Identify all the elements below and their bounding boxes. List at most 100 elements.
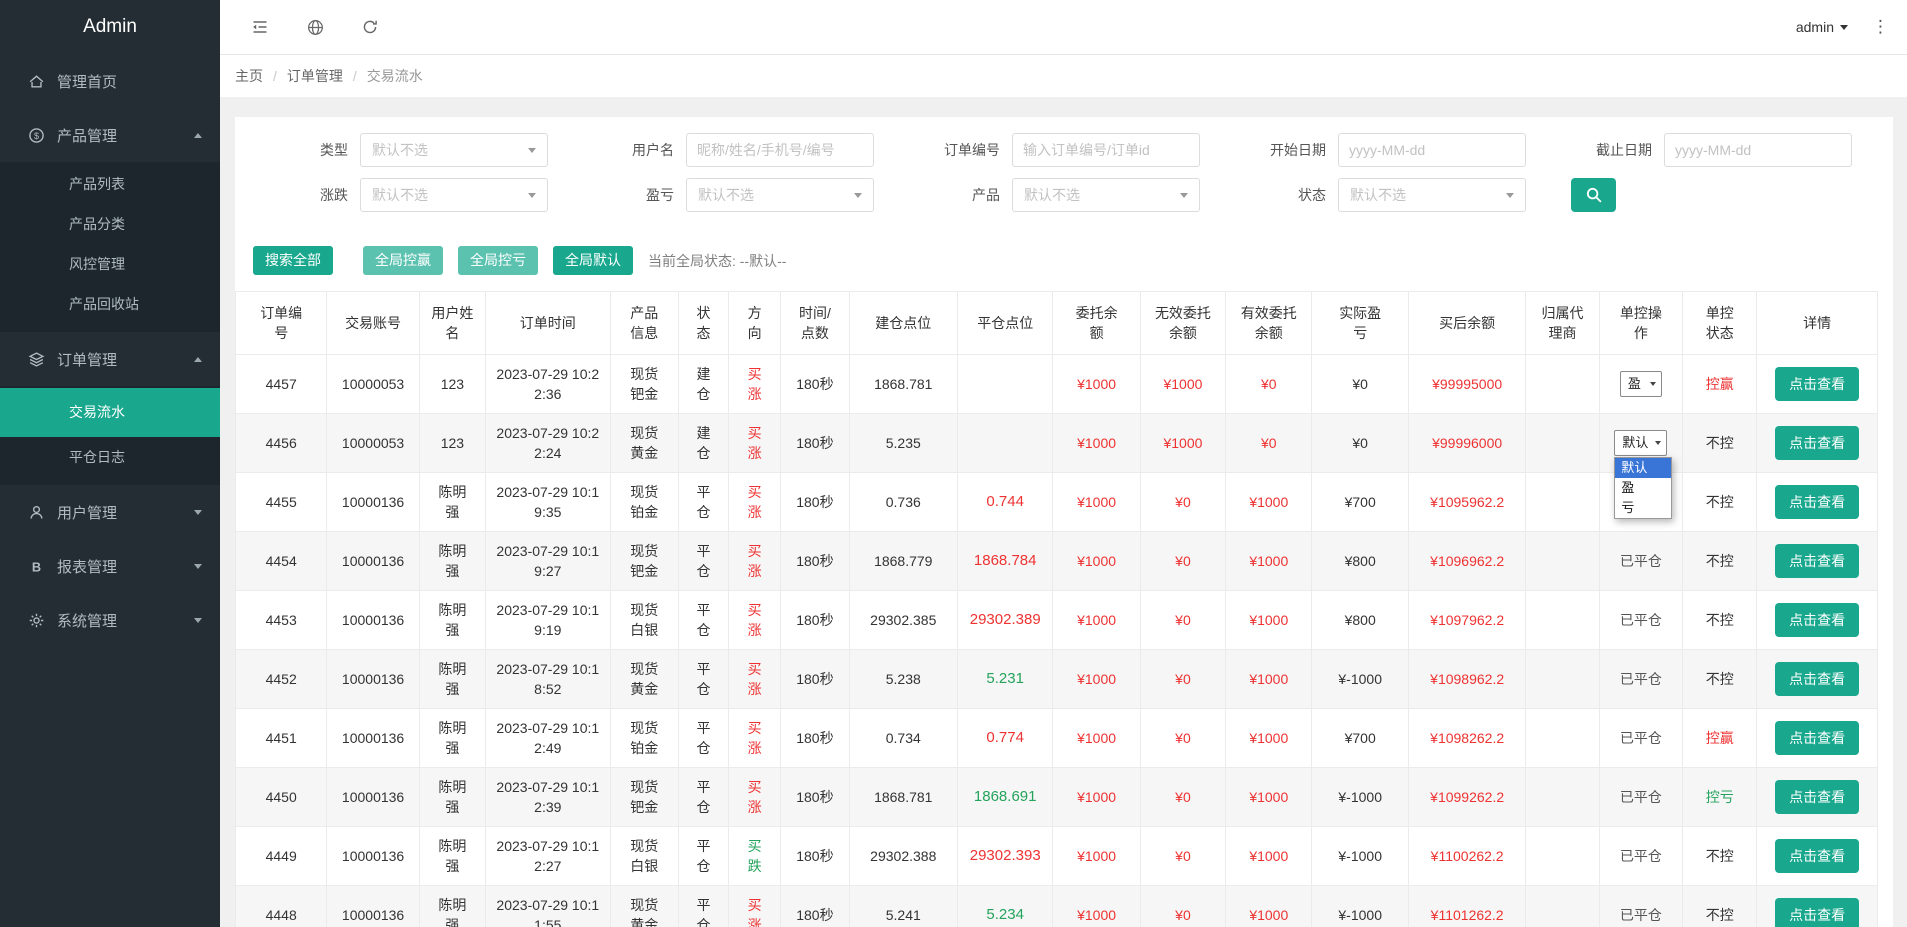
filter-select-type[interactable]: 默认不选 [360, 133, 548, 167]
after-balance-cell: ¥1098262.2 [1407, 708, 1527, 768]
language-globe-icon[interactable] [306, 18, 325, 37]
filter-field-updown: 涨跌 默认不选 [235, 178, 561, 212]
column-header-control-op: 单控操 作 [1598, 291, 1684, 355]
agent-cell [1525, 590, 1600, 650]
direction-cell: 买涨 [728, 767, 782, 827]
duration-cell: 180秒 [780, 590, 850, 650]
control-status-cell: 不控 [1682, 590, 1758, 650]
select-option[interactable]: 亏 [1615, 498, 1671, 518]
user-menu[interactable]: admin [1796, 19, 1848, 35]
control-select[interactable]: 默认 [1614, 430, 1668, 456]
entrust-balance-cell: ¥1000 [1052, 354, 1141, 414]
filter-select-product[interactable]: 默认不选 [1012, 178, 1200, 212]
detail-button[interactable]: 点击查看 [1775, 485, 1860, 519]
order-id-cell: 4450 [234, 767, 328, 827]
filter-select-status[interactable]: 默认不选 [1338, 178, 1526, 212]
open-point-cell: 1868.779 [848, 531, 959, 591]
control-status-cell: 控赢 [1682, 708, 1758, 768]
detail-button[interactable]: 点击查看 [1775, 721, 1860, 755]
select-option[interactable]: 默认 [1615, 458, 1672, 478]
column-header-control-status: 单控 状态 [1682, 291, 1758, 355]
direction-cell: 买涨 [728, 708, 782, 768]
select-option[interactable]: 盈 [1615, 478, 1671, 498]
filter-input-end-date[interactable] [1664, 133, 1852, 167]
username-cell: 陈明强 [418, 472, 487, 532]
profit-cell: ¥800 [1311, 531, 1409, 591]
account-cell: 10000136 [326, 767, 420, 827]
detail-cell: 点击查看 [1756, 885, 1878, 927]
sidebar-item-product-list[interactable]: 产品列表 [0, 164, 220, 204]
product-cell: 现货钯金 [609, 354, 679, 414]
detail-button[interactable]: 点击查看 [1775, 898, 1860, 927]
after-balance-cell: ¥1098962.2 [1407, 649, 1527, 709]
close-point-cell: 0.744 [956, 472, 1054, 532]
invalid-entrust-cell: ¥0 [1139, 590, 1227, 650]
detail-cell: 点击查看 [1756, 531, 1878, 591]
status-cell: 建仓 [677, 354, 730, 414]
app-title: Admin [83, 16, 137, 37]
time-cell: 2023-07-29 10:11:55 [485, 885, 611, 927]
table-row: 4452 10000136 陈明强 2023-07-29 10:18:52 现货黄金 平仓… [234, 649, 1878, 709]
username-cell: 陈明强 [418, 649, 487, 709]
detail-button[interactable]: 点击查看 [1775, 603, 1860, 637]
search-button[interactable] [1571, 178, 1616, 212]
sidebar-item-report[interactable]: B 报表管理 [0, 539, 220, 593]
filter-select-profit-loss[interactable]: 默认不选 [686, 178, 874, 212]
order-id-cell: 4452 [234, 649, 328, 709]
account-cell: 10000136 [326, 590, 420, 650]
detail-button[interactable]: 点击查看 [1775, 839, 1860, 873]
sidebar-item-risk-control[interactable]: 风控管理 [0, 244, 220, 284]
global-win-button[interactable]: 全局控赢 [363, 246, 443, 275]
global-default-button[interactable]: 全局默认 [553, 246, 633, 275]
table-row: 4451 10000136 陈明强 2023-07-29 10:12:49 现货铂金 平仓… [234, 708, 1878, 768]
filter-input-username[interactable] [686, 133, 874, 167]
duration-cell: 180秒 [780, 885, 850, 927]
sidebar-item-order[interactable]: 订单管理 [0, 332, 220, 386]
sidebar-item-product-category[interactable]: 产品分类 [0, 204, 220, 244]
breadcrumb-home[interactable]: 主页 [235, 66, 263, 86]
breadcrumb-order-management[interactable]: 订单管理 [287, 66, 343, 86]
sidebar-item-home[interactable]: 管理首页 [0, 54, 220, 108]
profit-cell: ¥0 [1311, 413, 1409, 473]
more-menu-icon[interactable]: ⋮ [1868, 17, 1893, 37]
detail-button[interactable]: 点击查看 [1775, 544, 1860, 578]
sidebar-item-user[interactable]: 用户管理 [0, 485, 220, 539]
closed-position-text: 已平仓 [1619, 612, 1662, 628]
refresh-icon[interactable] [361, 18, 379, 36]
global-lose-button[interactable]: 全局控亏 [458, 246, 538, 275]
chevron-down-icon [1649, 382, 1656, 386]
open-point-cell: 1868.781 [848, 767, 959, 827]
product-cell: 现货白银 [609, 826, 679, 886]
column-header-open-point: 建仓点位 [848, 291, 959, 355]
profit-cell: ¥-1000 [1311, 649, 1409, 709]
control-select[interactable]: 盈 [1619, 371, 1662, 397]
column-header-order-time: 订单时间 [485, 291, 611, 355]
sidebar-item-trade-flow[interactable]: 交易流水 [0, 388, 220, 437]
sidebar-item-close-log[interactable]: 平仓日志 [0, 437, 220, 477]
detail-button[interactable]: 点击查看 [1775, 426, 1860, 460]
time-cell: 2023-07-29 10:22:36 [485, 354, 611, 414]
status-cell: 平仓 [677, 590, 730, 650]
time-cell: 2023-07-29 10:18:52 [485, 649, 611, 709]
menu-fold-icon[interactable] [250, 17, 270, 37]
status-cell: 平仓 [677, 826, 730, 886]
sidebar-item-product-recycle[interactable]: 产品回收站 [0, 284, 220, 324]
filter-input-order-no[interactable] [1012, 133, 1200, 167]
detail-button[interactable]: 点击查看 [1775, 780, 1860, 814]
coin-icon: $ [27, 126, 45, 144]
home-icon [27, 72, 45, 90]
sidebar-item-product[interactable]: $ 产品管理 [0, 108, 220, 162]
column-header-duration: 时间/ 点数 [780, 291, 850, 355]
control-op-cell: 已平仓 [1598, 767, 1684, 827]
table-row: 4456 10000053 123 2023-07-29 10:22:24 现货黄金 建仓… [234, 413, 1878, 519]
user-icon [27, 503, 45, 521]
filter-input-start-date[interactable] [1338, 133, 1526, 167]
filter-select-updown[interactable]: 默认不选 [360, 178, 548, 212]
order-id-cell: 4449 [234, 826, 328, 886]
detail-button[interactable]: 点击查看 [1775, 662, 1860, 696]
sidebar-item-system[interactable]: 系统管理 [0, 593, 220, 647]
search-all-button[interactable]: 搜索全部 [253, 246, 333, 275]
invalid-entrust-cell: ¥0 [1139, 472, 1227, 532]
detail-button[interactable]: 点击查看 [1775, 367, 1860, 401]
agent-cell [1525, 708, 1600, 768]
